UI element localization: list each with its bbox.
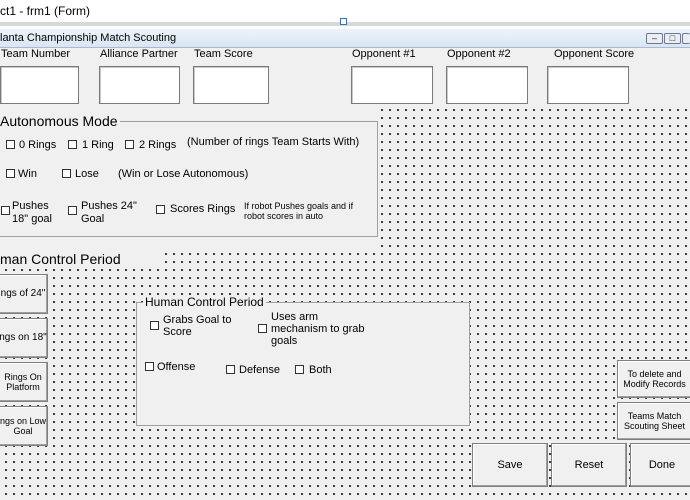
form-caption-text: lanta Championship Match Scouting [0,32,177,44]
opponent-score-input[interactable] [547,66,629,104]
modify-records-button[interactable]: To delete and Modify Records [617,360,690,398]
win-label: Win [18,168,37,180]
grabs-goal-checkbox[interactable] [150,321,159,330]
ring1-checkbox[interactable] [68,140,77,149]
uses-arm-checkbox[interactable] [258,324,267,333]
opponent-score-label: Opponent Score [554,48,635,60]
rings0-checkbox[interactable] [6,140,15,149]
lose-checkbox[interactable] [62,169,71,178]
autonomous-title: Autonomous Mode [0,113,120,129]
ide-title-text: ct1 - frm1 (Form) [0,4,90,18]
team-score-label: Team Score [194,48,253,60]
scores-rings-checkbox[interactable] [156,205,165,214]
team-number-input[interactable] [0,66,79,104]
pushes24-label: Pushes 24" Goal [81,200,137,225]
alliance-partner-input[interactable] [99,66,180,104]
rings-24-button[interactable]: ngs of 24" [0,274,48,314]
pushes24-checkbox[interactable] [68,206,77,215]
push-note: If robot Pushes goals and if robot score… [244,201,354,221]
pushes18-checkbox[interactable] [1,206,10,215]
rings-note: (Number of rings Team Starts With) [187,136,360,148]
close-icon[interactable] [682,33,690,44]
rings-platform-button[interactable]: Rings On Platform [0,362,48,402]
done-button[interactable]: Done [630,443,690,487]
form-caption-bar: lanta Championship Match Scouting [0,29,690,48]
team-score-input[interactable] [193,66,269,104]
defense-label: Defense [239,364,280,376]
minimize-icon[interactable]: – [646,33,663,44]
opponent2-label: Opponent #2 [447,48,511,60]
pushes18-label: Pushes 18" goal [12,200,52,225]
offense-checkbox[interactable] [145,362,154,371]
win-lose-note: (Win or Lose Autonomous) [118,168,249,180]
opponent1-input[interactable] [351,66,433,104]
opponent1-label: Opponent #1 [352,48,416,60]
rings2-checkbox[interactable] [125,140,134,149]
team-number-label: Team Number [1,48,71,60]
rings-low-goal-button[interactable]: ngs on Low Goal [0,406,48,446]
alliance-partner-label: Alliance Partner [100,48,178,60]
reset-button[interactable]: Reset [551,443,627,487]
rings-18-button[interactable]: ngs on 18" [0,318,48,358]
opponent2-input[interactable] [446,66,528,104]
both-checkbox[interactable] [295,365,304,374]
lose-label: Lose [75,168,99,180]
save-button[interactable]: Save [472,443,548,487]
win-checkbox[interactable] [6,169,15,178]
scouting-sheet-button[interactable]: Teams Match Scouting Sheet [617,402,690,440]
rings0-label: 0 Rings [19,139,57,151]
offense-label: Offense [157,361,196,373]
defense-checkbox[interactable] [226,365,235,374]
human-control-title: man Control Period [0,251,121,267]
grabs-goal-label: Grabs Goal to Score [163,314,232,338]
rings2-label: 2 Rings [139,139,177,151]
human-control-frame-title: Human Control Period [143,295,266,309]
both-label: Both [309,364,332,376]
resize-handle[interactable] [340,18,347,25]
uses-arm-label: Uses arm mechanism to grab goals [271,311,365,347]
maximize-icon[interactable]: □ [664,33,681,44]
scores-rings-label: Scores Rings [170,203,236,215]
ring1-label: 1 Ring [82,139,114,151]
